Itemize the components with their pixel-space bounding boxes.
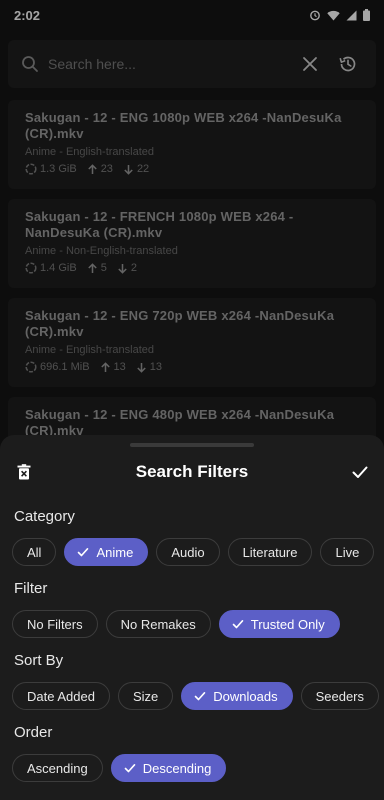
chip-category-anime[interactable]: Anime bbox=[64, 538, 149, 566]
result-leechers: 13 bbox=[149, 361, 163, 373]
sheet-header: Search Filters bbox=[0, 457, 384, 487]
result-size: 1.4 GiB bbox=[40, 262, 77, 274]
chip-category-all[interactable]: All bbox=[12, 538, 57, 566]
arrow-up-icon bbox=[87, 262, 97, 273]
result-category: Anime - English-translated bbox=[25, 146, 155, 158]
search-history-button[interactable] bbox=[332, 48, 364, 80]
chip-label: Live bbox=[335, 544, 360, 560]
chip-filter-no-filters[interactable]: No Filters bbox=[12, 610, 98, 638]
chip-label: Anime bbox=[96, 544, 134, 560]
result-leechers: 22 bbox=[136, 163, 150, 175]
result-meta: 1.4 GiB 5 2 bbox=[25, 262, 360, 274]
list-item[interactable]: Sakugan - 12 - ENG 720p WEB x264 -NanDes… bbox=[8, 298, 376, 387]
drag-handle[interactable] bbox=[130, 443, 254, 447]
arrow-down-icon bbox=[124, 164, 133, 175]
filter-label: Filter bbox=[14, 580, 48, 597]
chip-order-ascending[interactable]: Ascending bbox=[12, 754, 103, 782]
chip-label: Literature bbox=[242, 544, 298, 560]
arrow-up-icon bbox=[87, 163, 97, 174]
order-chips: Ascending Descending bbox=[12, 754, 227, 782]
search-filters-sheet: Search Filters Category All Anime Audio … bbox=[0, 435, 384, 800]
check-icon bbox=[352, 466, 368, 478]
chip-filter-trusted-only[interactable]: Trusted Only bbox=[218, 610, 340, 638]
arrow-down-icon bbox=[137, 362, 146, 373]
chip-label: Trusted Only bbox=[250, 616, 325, 632]
arrow-down-icon bbox=[118, 263, 127, 274]
sort-chips: Date Added Size Downloads Seeders bbox=[12, 682, 379, 710]
chip-label: Size bbox=[132, 688, 159, 704]
disk-icon bbox=[25, 262, 37, 274]
result-title: Sakugan - 12 - ENG 720p WEB x264 -NanDes… bbox=[25, 308, 335, 339]
chip-label: Descending bbox=[142, 760, 212, 776]
result-size: 1.3 GiB bbox=[40, 163, 77, 175]
chip-sort-date-added[interactable]: Date Added bbox=[12, 682, 110, 710]
battery-icon bbox=[363, 9, 370, 21]
result-title: Sakugan - 12 - FRENCH 1080p WEB x264 -Na… bbox=[25, 209, 294, 240]
disk-icon bbox=[25, 163, 37, 175]
clear-search-button[interactable] bbox=[294, 48, 326, 80]
result-size: 696.1 MiB bbox=[40, 361, 90, 373]
status-bar: 2:02 bbox=[0, 0, 384, 30]
result-meta: 1.3 GiB 23 22 bbox=[25, 163, 360, 175]
chip-label: Downloads bbox=[213, 688, 278, 704]
signal-icon bbox=[346, 10, 357, 21]
chip-category-live[interactable]: Live bbox=[320, 538, 375, 566]
chip-category-literature[interactable]: Literature bbox=[227, 538, 313, 566]
result-seeders: 13 bbox=[113, 361, 126, 373]
history-icon bbox=[339, 56, 356, 72]
apply-filters-button[interactable] bbox=[344, 456, 376, 488]
sheet-title: Search Filters bbox=[135, 462, 249, 481]
result-category: Anime - English-translated bbox=[25, 344, 155, 356]
check-icon bbox=[77, 546, 89, 558]
chip-sort-seeders[interactable]: Seeders bbox=[300, 682, 379, 710]
list-item[interactable]: Sakugan - 12 - FRENCH 1080p WEB x264 -Na… bbox=[8, 199, 376, 288]
result-leechers: 2 bbox=[130, 262, 137, 274]
chip-label: No Remakes bbox=[120, 616, 196, 632]
sort-label: Sort By bbox=[14, 652, 64, 669]
search-bar bbox=[8, 40, 376, 88]
result-seeders: 5 bbox=[100, 262, 107, 274]
disk-icon bbox=[25, 361, 37, 373]
delete-icon bbox=[17, 464, 31, 480]
chip-label: Audio bbox=[171, 544, 205, 560]
result-category: Anime - Non-English-translated bbox=[25, 245, 178, 257]
arrow-up-icon bbox=[100, 361, 110, 372]
check-icon bbox=[124, 762, 136, 774]
search-input[interactable] bbox=[48, 56, 294, 72]
list-item[interactable]: Sakugan - 12 - ENG 1080p WEB x264 -NanDe… bbox=[8, 100, 376, 189]
search-icon bbox=[20, 54, 40, 74]
alarm-icon bbox=[309, 9, 321, 21]
category-label: Category bbox=[14, 508, 75, 525]
category-chips: All Anime Audio Literature Live bbox=[12, 538, 375, 566]
chip-order-descending[interactable]: Descending bbox=[110, 754, 227, 782]
chip-sort-downloads[interactable]: Downloads bbox=[181, 682, 293, 710]
check-icon bbox=[232, 618, 244, 630]
chip-label: Date Added bbox=[27, 688, 95, 704]
clear-filters-button[interactable] bbox=[8, 456, 40, 488]
chip-label: All bbox=[27, 544, 42, 560]
wifi-icon bbox=[327, 10, 340, 21]
chip-sort-size[interactable]: Size bbox=[117, 682, 174, 710]
result-meta: 696.1 MiB 13 13 bbox=[25, 361, 360, 373]
result-seeders: 23 bbox=[100, 163, 113, 175]
order-label: Order bbox=[14, 724, 53, 741]
chip-label: No Filters bbox=[27, 616, 83, 632]
close-icon bbox=[303, 57, 317, 71]
chip-filter-no-remakes[interactable]: No Remakes bbox=[105, 610, 211, 638]
check-icon bbox=[194, 690, 206, 702]
chip-category-audio[interactable]: Audio bbox=[156, 538, 220, 566]
app-screen: 2:02 Sakuga bbox=[0, 0, 384, 800]
status-icons bbox=[309, 9, 370, 21]
chip-label: Ascending bbox=[27, 760, 88, 776]
chip-label: Seeders bbox=[315, 688, 364, 704]
filter-chips: No Filters No Remakes Trusted Only bbox=[12, 610, 340, 638]
result-title: Sakugan - 12 - ENG 1080p WEB x264 -NanDe… bbox=[25, 110, 342, 141]
status-time: 2:02 bbox=[14, 7, 41, 23]
